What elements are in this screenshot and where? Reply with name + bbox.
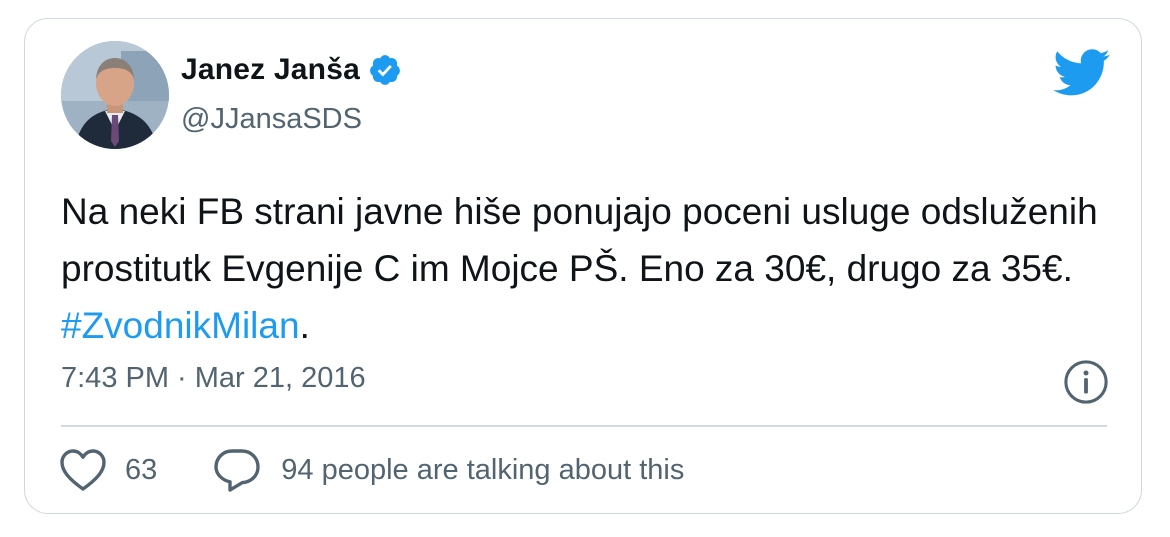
heart-icon[interactable] (59, 448, 107, 492)
action-bar: 63 94 people are talking about this (59, 447, 684, 493)
hashtag-link[interactable]: #ZvodnikMilan (61, 305, 300, 346)
avatar[interactable] (61, 41, 169, 149)
author-handle[interactable]: @JJansaSDS (181, 103, 362, 136)
reply-icon[interactable] (213, 447, 261, 493)
verified-badge-icon (370, 55, 400, 85)
author-name-row[interactable]: Janez Janša (181, 53, 402, 87)
tweet-timestamp[interactable]: 7:43 PM · Mar 21, 2016 (61, 362, 366, 395)
tweet-card[interactable]: Janez Janša @JJansaSDS Na neki FB strani… (24, 18, 1142, 514)
tweet-text-end: . (299, 305, 310, 346)
like-count[interactable]: 63 (125, 454, 157, 487)
info-icon[interactable] (1063, 359, 1109, 405)
twitter-bird-icon[interactable] (1053, 49, 1111, 97)
conversation-link[interactable]: 94 people are talking about this (281, 454, 684, 487)
tweet-text: Na neki FB strani javne hiše ponujajo po… (61, 183, 1101, 354)
tweet-text-body: Na neki FB strani javne hiše ponujajo po… (61, 191, 1098, 289)
divider (61, 425, 1107, 427)
author-name[interactable]: Janez Janša (181, 53, 360, 87)
